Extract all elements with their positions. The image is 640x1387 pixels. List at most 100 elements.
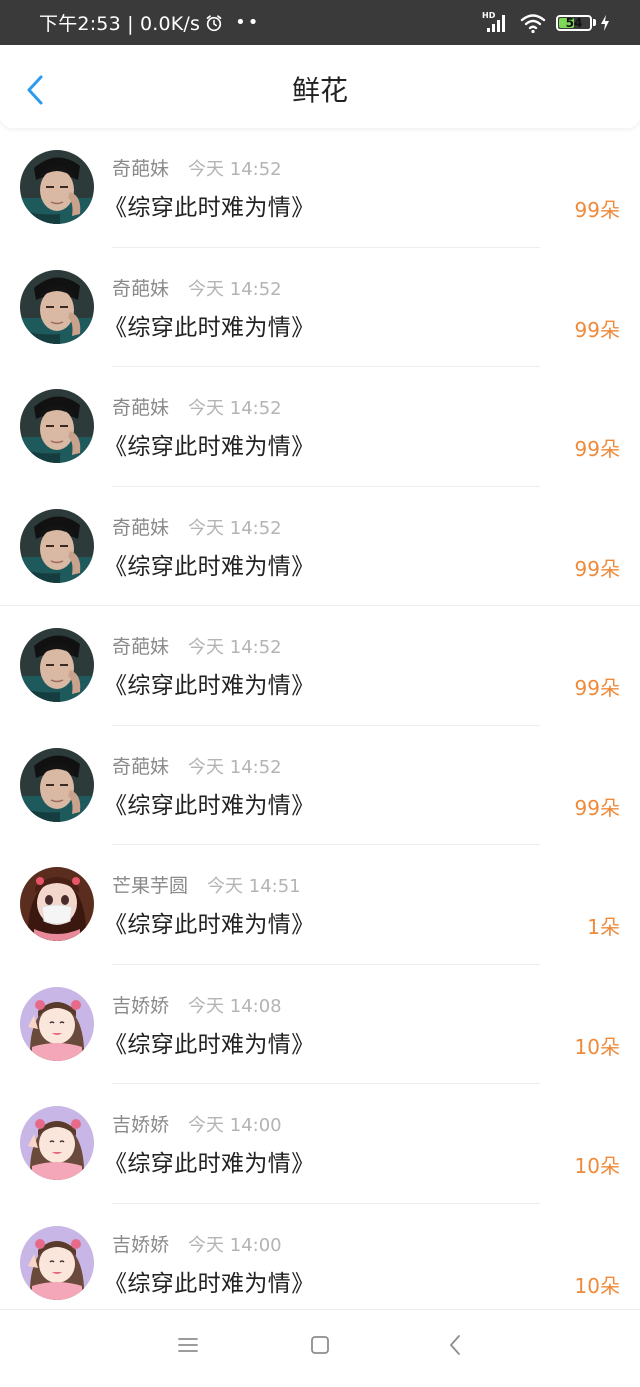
- list-item[interactable]: 奇葩妹 今天 14:52 《综穿此时难为情》 99朵: [0, 487, 640, 606]
- wifi-icon: [520, 12, 546, 34]
- home-icon: [311, 1336, 329, 1354]
- book-title: 《综穿此时难为情》: [104, 314, 315, 341]
- battery-nub: [593, 19, 596, 26]
- flower-count: 99朵: [574, 795, 620, 820]
- flower-count: 99朵: [574, 437, 620, 461]
- book-title: 《综穿此时难为情》: [104, 1031, 315, 1058]
- male-portrait-avatar: [20, 150, 94, 224]
- list-item[interactable]: 吉娇娇 今天 14:00 《综穿此时难为情》 10朵: [0, 1204, 640, 1323]
- book-title: 《综穿此时难为情》: [104, 1270, 315, 1297]
- page-title: 鲜花: [291, 74, 348, 107]
- timestamp: 今天 14:52: [188, 756, 282, 778]
- timestamp: 今天 14:08: [188, 995, 282, 1017]
- timestamp: 今天 14:52: [188, 159, 282, 180]
- timestamp: 今天 14:52: [188, 278, 282, 300]
- anime-girl-pink-avatar: [20, 987, 94, 1061]
- item-meta: 吉娇娇 今天 14:08: [112, 991, 282, 1018]
- username[interactable]: 芒果芋圆: [112, 871, 188, 898]
- status-time: 下午2:53 | 0.0K/s: [39, 13, 201, 35]
- flower-count: 10朵: [574, 1154, 620, 1178]
- username[interactable]: 奇葩妹: [112, 752, 169, 779]
- username[interactable]: 奇葩妹: [112, 632, 169, 659]
- status-bar: 下午2:53 | 0.0K/s •• HD 54: [0, 0, 640, 45]
- book-title: 《综穿此时难为情》: [104, 912, 315, 938]
- system-back-button[interactable]: [440, 1330, 470, 1360]
- menu-icon: [178, 1338, 198, 1352]
- timestamp: 今天 14:00: [188, 1234, 282, 1256]
- username[interactable]: 奇葩妹: [112, 274, 169, 301]
- list-item[interactable]: 奇葩妹 今天 14:52 《综穿此时难为情》 99朵: [0, 248, 640, 367]
- list-item[interactable]: 奇葩妹 今天 14:52 《综穿此时难为情》 99朵: [0, 726, 640, 845]
- list-item[interactable]: 奇葩妹 今天 14:52 《综穿此时难为情》 99朵: [0, 367, 640, 487]
- avatar[interactable]: [20, 389, 94, 463]
- username[interactable]: 吉娇娇: [112, 991, 169, 1018]
- item-meta: 吉娇娇 今天 14:00: [112, 1230, 282, 1257]
- timestamp: 今天 14:52: [188, 398, 282, 419]
- flower-count: 10朵: [574, 1034, 620, 1059]
- flower-list: 奇葩妹 今天 14:52 《综穿此时难为情》 99朵 奇葩妹 今天 14:52 《综穿此时难…: [0, 128, 640, 1323]
- flower-count: 99朵: [574, 198, 620, 222]
- anime-girl-pink-avatar: [20, 1226, 94, 1300]
- timestamp: 今天 14:00: [188, 1115, 282, 1136]
- item-meta: 奇葩妹 今天 14:52: [112, 632, 282, 659]
- username[interactable]: 奇葩妹: [112, 513, 169, 540]
- avatar[interactable]: [20, 1226, 94, 1300]
- male-portrait-avatar: [20, 509, 94, 583]
- alarm-icon: [205, 14, 223, 32]
- avatar[interactable]: [20, 748, 94, 822]
- signal-icon: HD: [482, 11, 510, 34]
- header: 鲜花: [0, 45, 640, 128]
- flower-count: 99朵: [574, 676, 620, 700]
- item-meta: 奇葩妹 今天 14:52: [112, 274, 282, 301]
- charging-icon: [599, 14, 611, 32]
- avatar[interactable]: [20, 867, 94, 941]
- flower-count: 1朵: [587, 915, 620, 939]
- timestamp: 今天 14:51: [207, 876, 301, 897]
- item-meta: 奇葩妹 今天 14:52: [112, 752, 282, 779]
- back-icon: [450, 1335, 460, 1355]
- anime-girl-mask-avatar: [20, 867, 94, 941]
- book-title: 《综穿此时难为情》: [104, 792, 315, 819]
- anime-girl-pink-avatar: [20, 1106, 94, 1180]
- list-item[interactable]: 奇葩妹 今天 14:52 《综穿此时难为情》 99朵: [0, 128, 640, 248]
- avatar[interactable]: [20, 270, 94, 344]
- home-button[interactable]: [305, 1330, 335, 1360]
- list-item[interactable]: 吉娇娇 今天 14:00 《综穿此时难为情》 10朵: [0, 1084, 640, 1204]
- flower-count: 99朵: [574, 317, 620, 342]
- list-item[interactable]: 吉娇娇 今天 14:08 《综穿此时难为情》 10朵: [0, 965, 640, 1084]
- item-meta: 奇葩妹 今天 14:52: [112, 154, 282, 181]
- timestamp: 今天 14:52: [188, 637, 282, 658]
- item-meta: 奇葩妹 今天 14:52: [112, 513, 282, 540]
- battery-level: 54: [565, 15, 583, 30]
- flower-count: 99朵: [574, 556, 620, 581]
- male-portrait-avatar: [20, 628, 94, 702]
- book-title: 《综穿此时难为情》: [104, 673, 315, 699]
- avatar[interactable]: [20, 987, 94, 1061]
- item-meta: 芒果芋圆 今天 14:51: [112, 871, 301, 898]
- username[interactable]: 吉娇娇: [112, 1110, 169, 1137]
- male-portrait-avatar: [20, 748, 94, 822]
- username[interactable]: 奇葩妹: [112, 393, 169, 420]
- book-title: 《综穿此时难为情》: [104, 195, 315, 221]
- username[interactable]: 奇葩妹: [112, 154, 169, 181]
- item-meta: 吉娇娇 今天 14:00: [112, 1110, 282, 1137]
- list-item[interactable]: 奇葩妹 今天 14:52 《综穿此时难为情》 99朵: [0, 606, 640, 726]
- avatar[interactable]: [20, 628, 94, 702]
- item-meta: 奇葩妹 今天 14:52: [112, 393, 282, 420]
- username[interactable]: 吉娇娇: [112, 1230, 169, 1257]
- menu-button[interactable]: [173, 1330, 203, 1360]
- avatar[interactable]: [20, 150, 94, 224]
- male-portrait-avatar: [20, 389, 94, 463]
- more-dots-icon: ••: [235, 11, 261, 33]
- avatar[interactable]: [20, 509, 94, 583]
- battery-icon: 54: [556, 14, 592, 31]
- list-item[interactable]: 芒果芋圆 今天 14:51 《综穿此时难为情》 1朵: [0, 845, 640, 965]
- book-title: 《综穿此时难为情》: [104, 434, 315, 460]
- book-title: 《综穿此时难为情》: [104, 553, 315, 580]
- timestamp: 今天 14:52: [188, 517, 282, 539]
- system-nav-bar: [0, 1309, 640, 1387]
- book-title: 《综穿此时难为情》: [104, 1151, 315, 1177]
- male-portrait-avatar: [20, 270, 94, 344]
- avatar[interactable]: [20, 1106, 94, 1180]
- flower-count: 10朵: [574, 1273, 620, 1298]
